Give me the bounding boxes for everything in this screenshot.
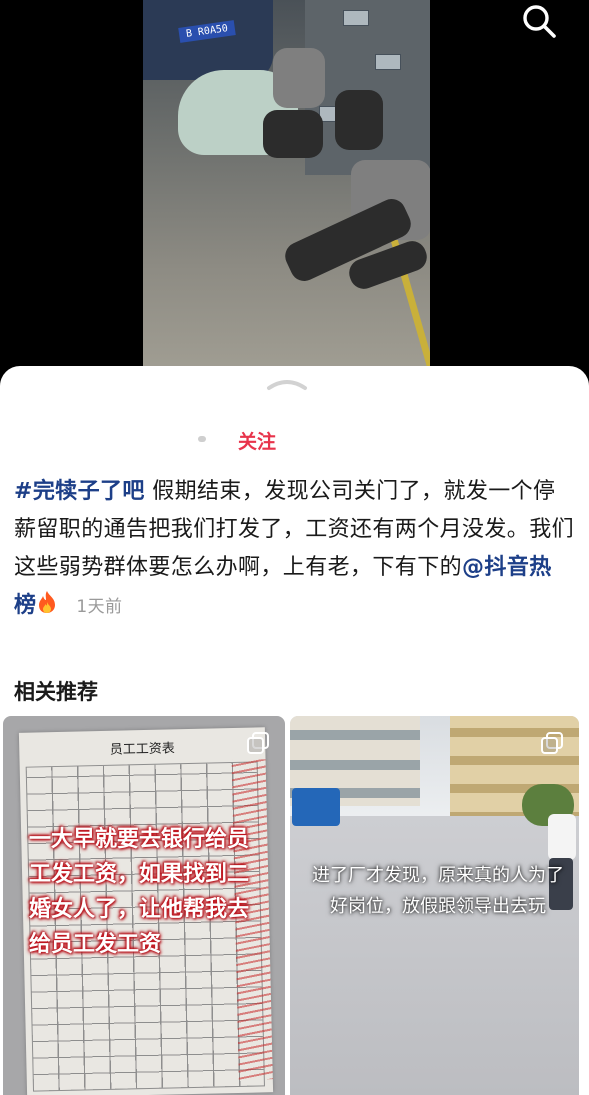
video-area[interactable]: B R0A50 <box>0 0 589 380</box>
blue-barrels <box>292 788 340 826</box>
building-window-row <box>450 756 579 765</box>
building-window-row <box>290 730 420 740</box>
sheet-handle-icon[interactable] <box>265 376 309 390</box>
car-plate: B R0A50 <box>178 20 236 43</box>
author-row: 关注 <box>0 426 589 456</box>
search-icon[interactable] <box>520 2 558 40</box>
photo-person <box>273 48 325 108</box>
follow-button[interactable]: 关注 <box>238 427 276 454</box>
card-overlay-text: 进了厂才发现，原来真的人为了好岗位，放假跟领导出去玩 <box>312 865 564 917</box>
photo-window <box>375 54 401 70</box>
multi-image-icon <box>541 732 563 754</box>
related-card-factory[interactable]: 进了厂才发现，原来真的人为了好岗位，放假跟领导出去玩 <box>290 716 579 1095</box>
photo-window <box>343 10 369 26</box>
post-time: 1天前 <box>76 597 123 617</box>
post-sheet: 关注 #完犊子了吧 假期结束，发现公司关门了，就发一个停薪留职的通告把我们打发了… <box>0 366 589 1095</box>
avatar[interactable] <box>198 436 206 442</box>
street-road <box>290 816 579 1095</box>
walking-person <box>548 814 576 860</box>
related-section-title: 相关推荐 <box>14 680 98 704</box>
post-caption: #完犊子了吧 假期结束，发现公司关门了，就发一个停薪留职的通告把我们打发了，工资… <box>14 473 574 627</box>
card-overlay-text: 一大早就要去银行给员工发工资，如果找到二婚女人了，让他帮我去给员工发工资 <box>29 827 250 957</box>
video-photo[interactable]: B R0A50 <box>143 0 430 380</box>
payroll-title: 员工工资表 <box>109 741 175 758</box>
photo-car: B R0A50 <box>143 0 273 80</box>
photo-person <box>335 90 383 150</box>
related-card-payroll[interactable]: 员工工资表 一大早就要去银行给员工发工资，如果找到二婚女人了，让他帮我去给员工发… <box>3 716 285 1095</box>
multi-image-icon <box>247 732 269 754</box>
hashtag-link[interactable]: #完犊子了吧 <box>14 479 145 504</box>
photo-person <box>263 110 323 158</box>
fire-icon <box>36 589 58 627</box>
building-window-row <box>290 760 420 770</box>
